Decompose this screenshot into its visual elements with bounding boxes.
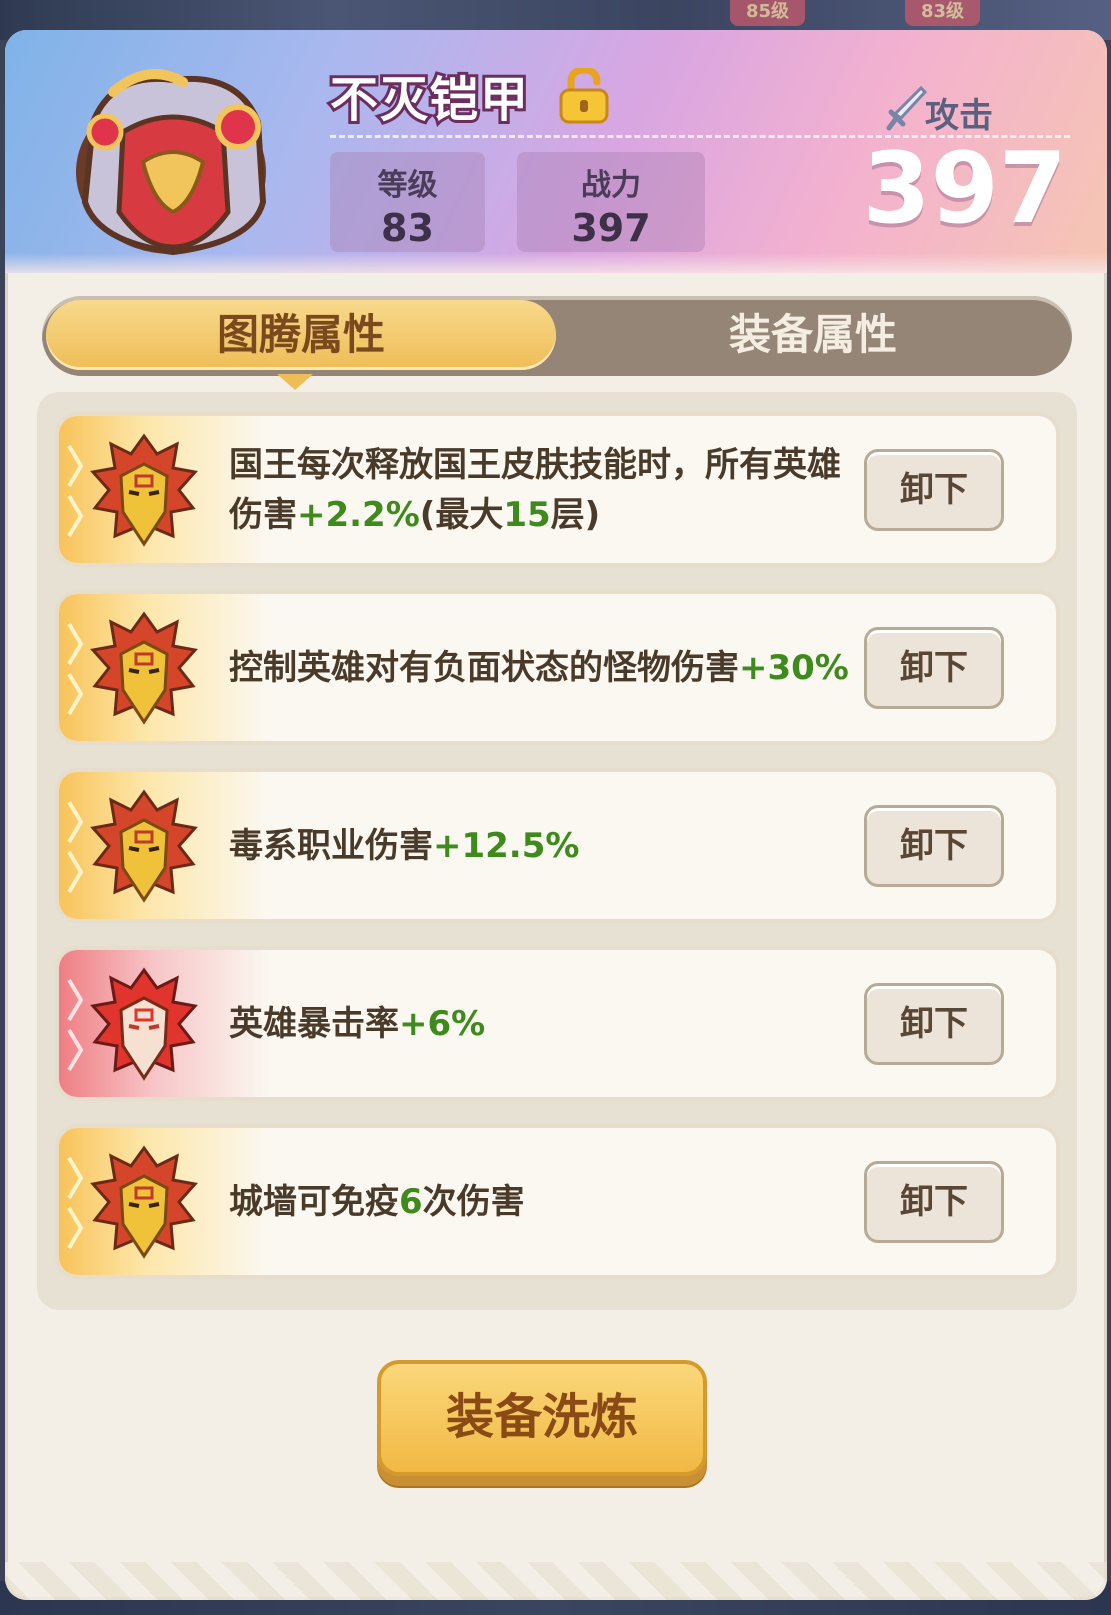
unequip-button[interactable]: 卸下 xyxy=(864,805,1004,887)
item-name: 不灭铠甲 xyxy=(327,69,531,131)
bottom-decoration xyxy=(5,1562,1107,1600)
totem-row: 控制英雄对有负面状态的怪物伤害+30% 卸下 xyxy=(55,590,1060,745)
golden-totem-icon xyxy=(90,789,198,903)
level-value: 83 xyxy=(381,206,434,250)
totem-effect-text: 毒系职业伤害+12.5% xyxy=(229,825,580,866)
attack-value: 397 xyxy=(862,132,1067,246)
totem-effect-text: 英雄暴击率+6% xyxy=(229,1003,486,1044)
equipment-refine-button[interactable]: 装备洗炼 xyxy=(377,1360,707,1476)
armor-icon xyxy=(76,69,267,256)
chevron-deco-icon xyxy=(67,622,84,716)
level-stat: 等级 83 xyxy=(330,152,485,252)
power-value: 397 xyxy=(571,206,651,250)
sword-icon xyxy=(886,85,928,131)
power-stat: 战力 397 xyxy=(517,152,705,252)
golden-totem-icon xyxy=(90,433,198,547)
background-level-tag: 83级 xyxy=(905,0,981,26)
tab-totem-attributes[interactable]: 图腾属性 xyxy=(46,300,556,370)
totem-row: 英雄暴击率+6% 卸下 xyxy=(55,946,1060,1101)
totem-row: 毒系职业伤害+12.5% 卸下 xyxy=(55,768,1060,923)
red-totem-icon xyxy=(90,967,198,1081)
golden-totem-icon xyxy=(90,1145,198,1259)
totem-effect-text: 控制英雄对有负面状态的怪物伤害+30% xyxy=(229,647,849,688)
unequip-button[interactable]: 卸下 xyxy=(864,627,1004,709)
golden-totem-icon xyxy=(90,611,198,725)
attack-label: 攻击 xyxy=(925,96,993,136)
chevron-deco-icon xyxy=(67,1156,84,1250)
totem-effect-text: 国王每次释放国王皮肤技能时，所有英雄伤害+2.2%(最大15层) xyxy=(229,444,841,535)
unequip-button[interactable]: 卸下 xyxy=(864,983,1004,1065)
totem-row: 国王每次释放国王皮肤技能时，所有英雄伤害+2.2%(最大15层) 卸下 xyxy=(55,412,1060,567)
attribute-tabs: 图腾属性 装备属性 xyxy=(42,296,1072,376)
level-label: 等级 xyxy=(377,168,438,203)
chevron-deco-icon xyxy=(67,800,84,894)
unequip-button[interactable]: 卸下 xyxy=(864,1161,1004,1243)
chevron-deco-icon xyxy=(67,444,84,538)
unlock-icon[interactable] xyxy=(557,68,611,124)
totem-row: 城墙可免疫6次伤害 卸下 xyxy=(55,1124,1060,1279)
power-label: 战力 xyxy=(581,168,641,203)
totem-effect-text: 城墙可免疫6次伤害 xyxy=(229,1181,525,1222)
unequip-button[interactable]: 卸下 xyxy=(864,449,1004,531)
background-level-tag: 85级 xyxy=(730,0,806,26)
active-tab-pointer xyxy=(277,374,313,390)
chevron-deco-icon xyxy=(67,978,84,1072)
tab-equipment-attributes[interactable]: 装备属性 xyxy=(558,300,1068,370)
equipment-detail-popup: 不灭铠甲 等级 83 战力 397 攻击 397 图腾属性 装备属性 国王每次释… xyxy=(5,30,1107,1600)
